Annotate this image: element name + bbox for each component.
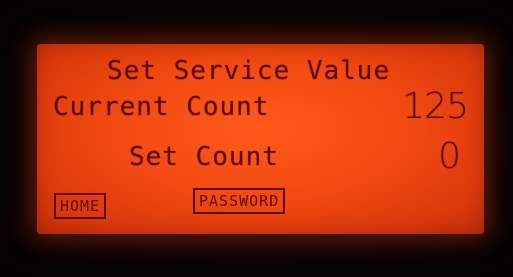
set-count-value[interactable]: 0 [438,136,462,177]
lcd-display: Set Service Value Current Count 125 Set … [37,44,484,234]
device-bezel: Set Service Value Current Count 125 Set … [0,0,513,277]
screen-title: Set Service Value [107,56,391,86]
home-button[interactable]: HOME [54,193,107,219]
password-button[interactable]: PASSWORD [193,188,286,214]
current-count-value: 125 [402,86,469,127]
set-count-label: Set Count [129,142,279,172]
current-count-label: Current Count [53,92,270,122]
